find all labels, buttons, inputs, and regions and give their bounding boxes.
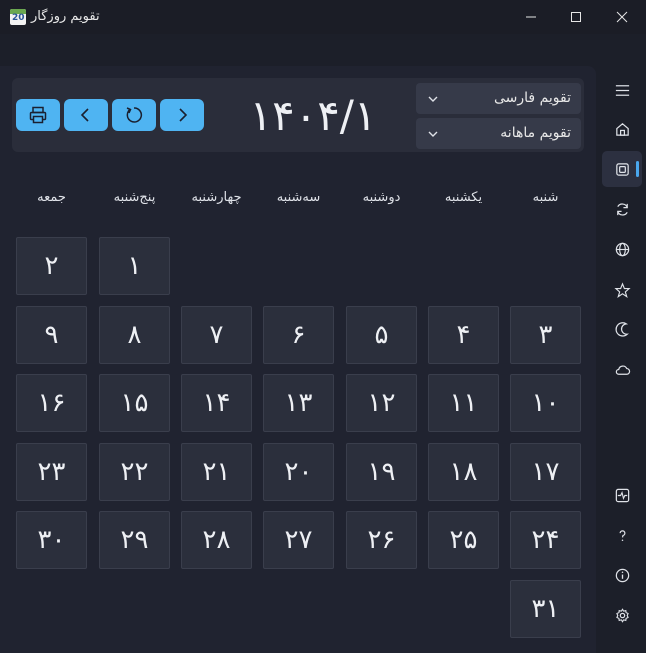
- day-cell[interactable]: ۲: [16, 237, 87, 295]
- star-icon: [613, 281, 631, 298]
- printer-icon: [29, 106, 47, 124]
- day-cell[interactable]: ۹: [16, 306, 87, 364]
- refresh-icon: [126, 107, 143, 123]
- close-button[interactable]: [599, 0, 645, 34]
- sidebar-item-prayer-times[interactable]: [602, 311, 642, 347]
- sidebar-item-about[interactable]: [602, 557, 642, 593]
- day-cell[interactable]: ۲۵: [428, 511, 499, 569]
- chevron-right-icon: [179, 108, 188, 122]
- chevron-left-icon: [80, 108, 89, 122]
- sidebar-item-settings[interactable]: [602, 597, 642, 633]
- title-bar: 20 تقویم روزگار: [0, 0, 646, 34]
- day-cell[interactable]: ۴: [428, 306, 499, 364]
- day-cell[interactable]: ۸: [99, 306, 170, 364]
- chevron-down-icon: [428, 131, 438, 137]
- moon-icon: [615, 321, 629, 337]
- weekday-sunday: یکشنبه: [444, 190, 483, 205]
- day-cell[interactable]: ۳۱: [510, 580, 581, 638]
- print-button[interactable]: [16, 99, 60, 131]
- day-cell[interactable]: ۱: [99, 237, 170, 295]
- sidebar-item-calendar[interactable]: [602, 151, 642, 187]
- day-cell[interactable]: ۶: [263, 306, 334, 364]
- sync-icon: [616, 202, 628, 216]
- calendar-icon: [615, 162, 629, 176]
- calendar-type-select[interactable]: تقویم فارسی: [416, 83, 581, 114]
- day-cell[interactable]: ۲۸: [181, 511, 252, 569]
- view-mode-select[interactable]: تقویم ماهانه: [416, 118, 581, 149]
- day-cell[interactable]: ۱۹: [346, 443, 417, 501]
- window-title: تقویم روزگار: [31, 9, 100, 24]
- globe-icon: [615, 242, 629, 256]
- weekday-wednesday: چهارشنبه: [191, 190, 242, 205]
- sidebar-item-home[interactable]: [602, 111, 642, 147]
- day-cell[interactable]: ۱۷: [510, 443, 581, 501]
- sidebar-item-converter[interactable]: [602, 191, 642, 227]
- weekday-friday: جمعه: [37, 190, 66, 205]
- day-cell[interactable]: ۱۳: [263, 374, 334, 432]
- day-cell[interactable]: ۱۶: [16, 374, 87, 432]
- app-icon: 20: [10, 9, 26, 25]
- previous-month-button[interactable]: [64, 99, 108, 131]
- weekday-saturday: شنبه: [532, 190, 559, 205]
- weekday-monday: دوشنبه: [362, 190, 401, 205]
- info-icon: [615, 568, 629, 582]
- sidebar-item-favorites[interactable]: [602, 272, 642, 308]
- day-cell[interactable]: ۳: [510, 306, 581, 364]
- today-button[interactable]: [112, 99, 156, 131]
- view-mode-value: تقویم ماهانه: [500, 125, 571, 141]
- weekday-tuesday: سه‌شنبه: [276, 190, 321, 205]
- day-cell[interactable]: ۲۳: [16, 443, 87, 501]
- next-month-button[interactable]: [160, 99, 204, 131]
- sidebar-item-help[interactable]: [602, 517, 642, 553]
- weekday-thursday: پنج‌شنبه: [113, 190, 156, 205]
- day-cell[interactable]: ۱۲: [346, 374, 417, 432]
- cloud-icon: [615, 364, 630, 375]
- menu-icon: [615, 84, 629, 96]
- sidebar-item-world-clock[interactable]: [602, 231, 642, 267]
- help-icon: [619, 529, 625, 541]
- sidebar-item-weather[interactable]: [602, 351, 642, 387]
- current-date: ۱۴۰۴/۱: [249, 91, 377, 140]
- day-cell[interactable]: ۲۰: [263, 443, 334, 501]
- day-cell[interactable]: ۲۱: [181, 443, 252, 501]
- day-cell[interactable]: ۱۱: [428, 374, 499, 432]
- activity-icon: [615, 488, 629, 502]
- sidebar-item-menu[interactable]: [602, 72, 642, 108]
- calendar-type-value: تقویم فارسی: [494, 90, 571, 106]
- minimize-button[interactable]: [508, 0, 554, 34]
- day-cell[interactable]: ۱۸: [428, 443, 499, 501]
- chevron-down-icon: [428, 96, 438, 102]
- maximize-button[interactable]: [553, 0, 599, 34]
- day-cell[interactable]: ۲۲: [99, 443, 170, 501]
- settings-icon: [615, 607, 629, 623]
- day-cell[interactable]: ۵: [346, 306, 417, 364]
- day-cell[interactable]: ۱۰: [510, 374, 581, 432]
- day-cell[interactable]: ۱۴: [181, 374, 252, 432]
- sidebar-item-system-info[interactable]: [602, 477, 642, 513]
- sidebar: [598, 66, 646, 653]
- day-cell[interactable]: ۷: [181, 306, 252, 364]
- home-icon: [615, 122, 629, 136]
- day-cell[interactable]: ۲۷: [263, 511, 334, 569]
- day-cell[interactable]: ۲۶: [346, 511, 417, 569]
- day-cell[interactable]: ۱۵: [99, 374, 170, 432]
- day-cell[interactable]: ۲۹: [99, 511, 170, 569]
- day-cell[interactable]: ۲۴: [510, 511, 581, 569]
- day-cell[interactable]: ۳۰: [16, 511, 87, 569]
